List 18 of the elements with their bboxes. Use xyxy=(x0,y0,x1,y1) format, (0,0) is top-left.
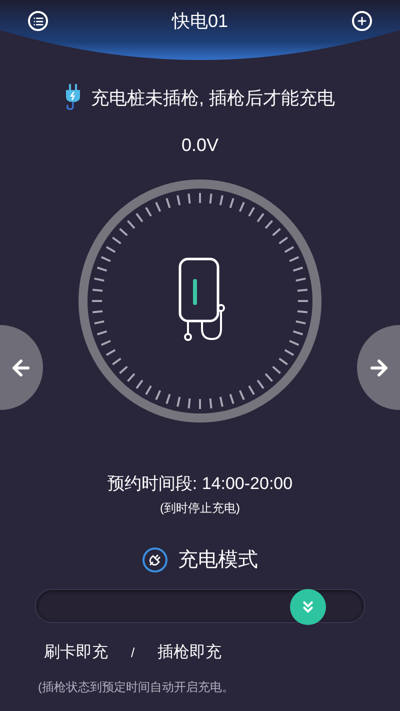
mode-option[interactable]: 刷卡即充 xyxy=(44,640,108,664)
status-message: 充电桩未插枪, 插枪后才能充电 xyxy=(90,86,335,110)
page-title: 快电01 xyxy=(172,10,228,32)
voltage-reading: 0.0V xyxy=(181,134,219,157)
slider-thumb[interactable] xyxy=(290,588,326,624)
mode-option[interactable]: 插枪即充 xyxy=(158,640,222,664)
plug-icon xyxy=(64,84,81,112)
list-icon xyxy=(32,16,44,26)
separator: / xyxy=(131,644,135,662)
schedule-note: (到时停止充电) xyxy=(160,500,240,516)
menu-button[interactable] xyxy=(28,11,48,31)
mode-note: (插枪状态到预定时间自动开启充电。 xyxy=(38,680,234,694)
add-button[interactable] xyxy=(352,11,372,31)
mode-slider[interactable] xyxy=(35,588,365,622)
plug-icon xyxy=(142,546,168,572)
charge-mode-title: 充电模式 xyxy=(178,548,258,572)
plus-icon xyxy=(356,15,368,27)
schedule-time: 预约时间段: 14:00-20:00 xyxy=(107,473,293,495)
